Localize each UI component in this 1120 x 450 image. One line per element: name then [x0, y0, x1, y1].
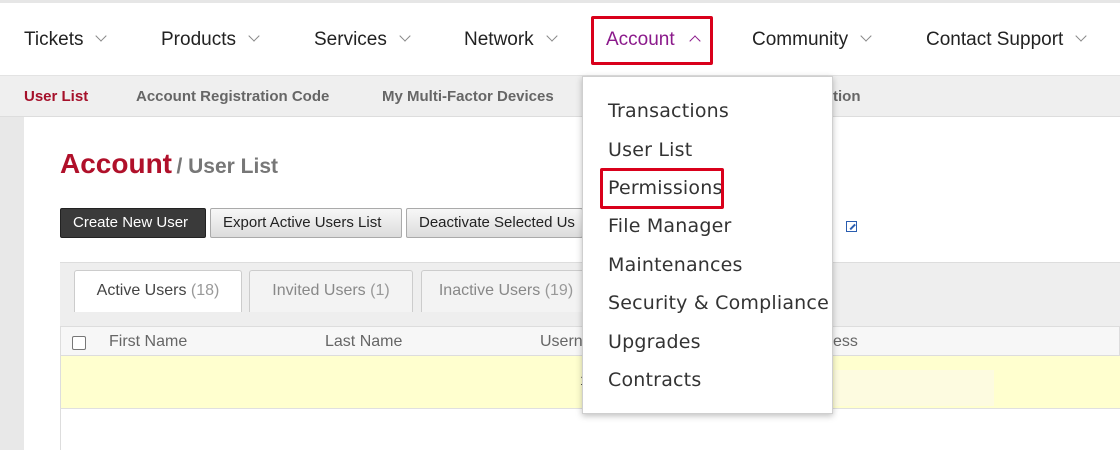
chevron-down-icon: [546, 30, 558, 42]
column-email-address[interactable]: ess: [833, 333, 858, 351]
chevron-down-icon: [1075, 30, 1087, 42]
chevron-down-icon: [399, 30, 411, 42]
left-gutter: [0, 117, 24, 450]
permissions-highlight-box: [600, 168, 724, 209]
nav-community-label: Community: [752, 29, 849, 50]
account-dropdown-menu: Transactions User List Permissions File …: [582, 76, 833, 414]
nav-products[interactable]: Products: [161, 29, 260, 51]
sub-navigation: User List Account Registration Code My M…: [0, 76, 1120, 117]
nav-tickets[interactable]: Tickets: [24, 29, 108, 51]
nav-services[interactable]: Services: [314, 29, 411, 51]
menu-item-security-compliance[interactable]: Security & Compliance: [608, 292, 829, 314]
nav-network-label: Network: [464, 29, 534, 50]
tab-inactive-users[interactable]: Inactive Users (19): [421, 270, 591, 312]
select-all-checkbox[interactable]: [72, 336, 86, 350]
subnav-multi-factor-devices[interactable]: My Multi-Factor Devices: [382, 88, 554, 105]
nav-contact-support-label: Contact Support: [926, 29, 1064, 50]
nav-contact-support[interactable]: Contact Support: [926, 29, 1087, 51]
tab-active-users[interactable]: Active Users (18): [74, 270, 242, 312]
tab-active-users-count: (18): [190, 282, 220, 299]
nav-tickets-label: Tickets: [24, 29, 84, 50]
menu-item-upgrades[interactable]: Upgrades: [608, 331, 701, 353]
menu-item-maintenances[interactable]: Maintenances: [608, 254, 743, 276]
external-link-icon[interactable]: [846, 221, 857, 232]
row-cell-blurred: [834, 370, 994, 406]
create-new-user-button[interactable]: Create New User: [60, 208, 206, 238]
nav-services-label: Services: [314, 29, 387, 50]
table-body-empty: [60, 408, 1120, 450]
column-first-name[interactable]: First Name: [109, 333, 187, 351]
menu-item-user-list[interactable]: User List: [608, 139, 692, 161]
page-title: Account / User List: [60, 148, 278, 180]
nav-community[interactable]: Community: [752, 29, 872, 51]
chevron-down-icon: [860, 30, 872, 42]
export-active-users-button[interactable]: Export Active Users List: [210, 208, 402, 238]
chevron-down-icon: [95, 30, 108, 42]
column-last-name[interactable]: Last Name: [325, 333, 402, 351]
tab-inactive-users-label: Inactive Users: [438, 282, 541, 299]
nav-products-label: Products: [161, 29, 236, 50]
nav-network[interactable]: Network: [464, 29, 558, 51]
page-title-main: Account: [60, 148, 172, 179]
chevron-down-icon: [248, 30, 260, 42]
menu-item-transactions[interactable]: Transactions: [608, 100, 729, 122]
deactivate-selected-users-button[interactable]: Deactivate Selected Us: [406, 208, 583, 238]
tab-inactive-users-count: (19): [544, 282, 574, 299]
tab-invited-users-label: Invited Users: [272, 282, 366, 299]
tab-invited-users-count: (1): [370, 282, 390, 299]
menu-item-contracts[interactable]: Contracts: [608, 369, 701, 391]
subnav-user-list[interactable]: User List: [24, 88, 88, 105]
menu-item-file-manager[interactable]: File Manager: [608, 215, 732, 237]
tab-invited-users[interactable]: Invited Users (1): [249, 270, 413, 312]
subnav-item-partial[interactable]: tion: [833, 88, 861, 105]
tab-active-users-label: Active Users: [96, 282, 187, 299]
account-highlight-box: [591, 16, 713, 65]
subnav-account-registration-code[interactable]: Account Registration Code: [136, 88, 329, 105]
top-navigation: Tickets Products Services Network Accoun…: [0, 0, 1120, 76]
page-title-breadcrumb: / User List: [176, 155, 278, 178]
